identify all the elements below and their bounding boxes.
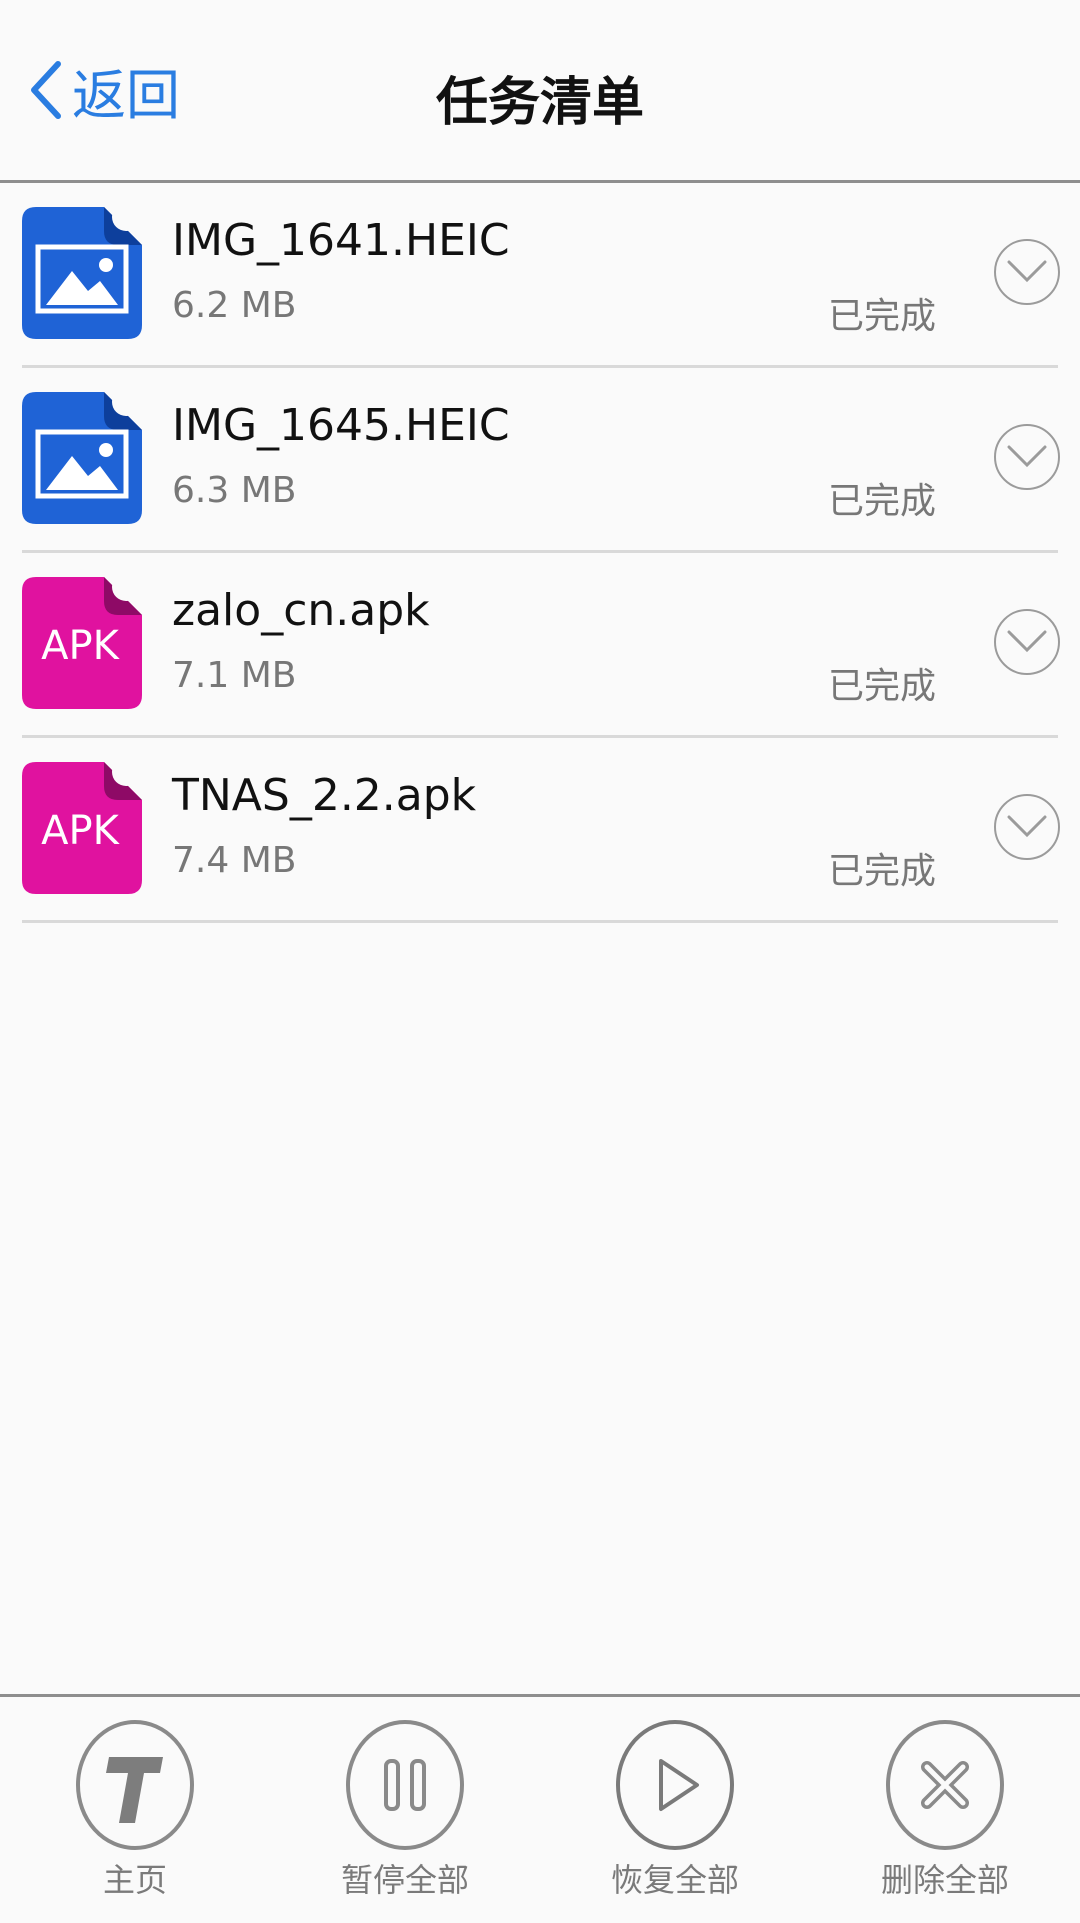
task-status: 已完成	[828, 481, 937, 522]
file-name: IMG_1641.HEIC	[172, 215, 510, 266]
task-row[interactable]: IMG_1641.HEIC 6.2 MB 已完成	[22, 183, 1060, 368]
image-file-icon	[22, 392, 142, 524]
bottom-toolbar: 主页 暂停全部 恢复全部 删除全部	[0, 1694, 1080, 1923]
pause-all-button[interactable]: 暂停全部	[305, 1719, 505, 1901]
play-icon	[615, 1719, 735, 1851]
expand-button[interactable]	[994, 424, 1060, 490]
apk-file-icon: APK	[22, 762, 142, 894]
svg-text:APK: APK	[41, 808, 120, 854]
chevron-down-icon	[1007, 445, 1047, 468]
top-bar: 返回 任务清单	[0, 0, 1080, 183]
delete-all-button[interactable]: 删除全部	[845, 1719, 1045, 1901]
page-title: 任务清单	[435, 73, 644, 133]
task-row[interactable]: IMG_1645.HEIC 6.3 MB 已完成	[22, 368, 1060, 553]
svg-text:APK: APK	[41, 623, 120, 669]
chevron-down-icon	[1007, 815, 1047, 838]
file-size: 7.1 MB	[172, 655, 297, 696]
file-name: zalo_cn.apk	[172, 585, 430, 636]
file-name: TNAS_2.2.apk	[172, 770, 477, 821]
resume-all-label: 恢复全部	[610, 1861, 739, 1899]
chevron-down-icon	[1007, 260, 1047, 283]
task-row[interactable]: APK TNAS_2.2.apk 7.4 MB 已完成	[22, 738, 1060, 923]
task-row[interactable]: APK zalo_cn.apk 7.1 MB 已完成	[22, 553, 1060, 738]
expand-button[interactable]	[994, 794, 1060, 860]
task-status: 已完成	[828, 666, 937, 707]
delete-all-label: 删除全部	[880, 1861, 1009, 1899]
pause-icon	[345, 1719, 465, 1851]
expand-button[interactable]	[994, 609, 1060, 675]
image-file-icon	[22, 207, 142, 339]
file-name: IMG_1645.HEIC	[172, 400, 510, 451]
close-icon	[885, 1719, 1005, 1851]
chevron-down-icon	[1007, 630, 1047, 653]
apk-file-icon: APK	[22, 577, 142, 709]
resume-all-button[interactable]: 恢复全部	[575, 1719, 775, 1901]
file-size: 7.4 MB	[172, 840, 297, 881]
home-button[interactable]: 主页	[35, 1719, 235, 1901]
pause-all-label: 暂停全部	[340, 1861, 469, 1899]
expand-button[interactable]	[994, 239, 1060, 305]
file-size: 6.3 MB	[172, 470, 297, 511]
task-status: 已完成	[828, 296, 937, 337]
task-list: IMG_1641.HEIC 6.2 MB 已完成 IMG_1645.HEIC 6…	[0, 183, 1080, 923]
home-icon	[75, 1719, 195, 1851]
file-size: 6.2 MB	[172, 285, 297, 326]
task-status: 已完成	[828, 851, 937, 892]
home-label: 主页	[102, 1861, 167, 1899]
